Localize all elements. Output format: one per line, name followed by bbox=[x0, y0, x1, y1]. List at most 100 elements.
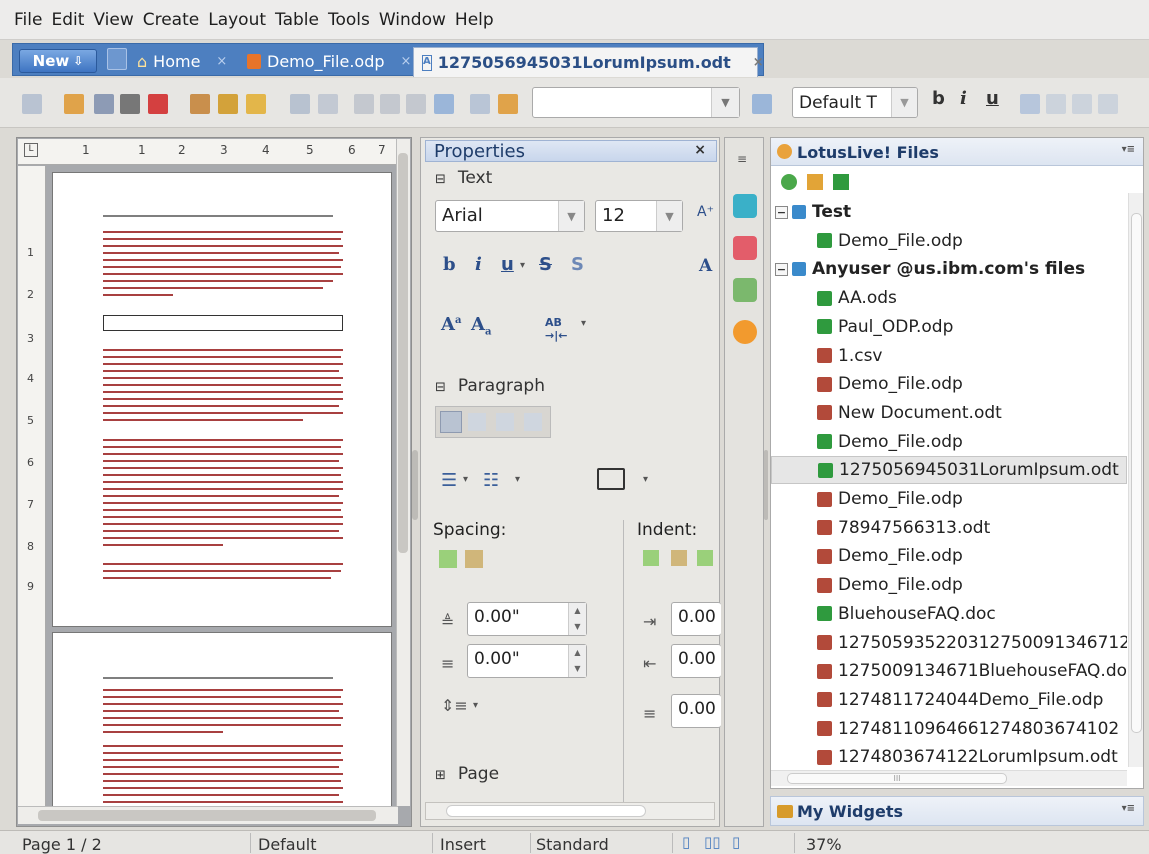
status-selection-mode[interactable]: Standard bbox=[536, 835, 609, 854]
upload-icon[interactable] bbox=[807, 174, 823, 190]
file-group[interactable]: − Anyuser @us.ibm.com's files bbox=[775, 255, 1085, 283]
document-page-2[interactable] bbox=[52, 632, 392, 812]
file-item[interactable]: Paul_ODP.odp bbox=[771, 313, 1127, 341]
styles-tab-icon[interactable] bbox=[733, 278, 757, 302]
underline-button[interactable]: u bbox=[986, 88, 999, 109]
bold-button[interactable]: b bbox=[443, 254, 456, 275]
align-left-icon[interactable] bbox=[1020, 94, 1040, 114]
close-icon[interactable]: × bbox=[753, 55, 764, 70]
tab-demo-file[interactable]: Demo_File.odp × bbox=[247, 47, 411, 75]
chevron-down-icon[interactable]: ▾ bbox=[520, 260, 525, 271]
font-color-icon[interactable]: A bbox=[699, 256, 712, 276]
justify-icon[interactable] bbox=[1098, 94, 1118, 114]
book-view-icon[interactable]: ▯ bbox=[732, 833, 740, 851]
decrease-spacing-icon[interactable] bbox=[465, 550, 483, 568]
close-icon[interactable]: × bbox=[401, 54, 412, 69]
save-icon[interactable] bbox=[94, 94, 114, 114]
chevron-down-icon[interactable]: ▾ bbox=[463, 474, 468, 485]
menu-tools[interactable]: Tools bbox=[328, 10, 370, 30]
chevron-down-icon[interactable]: ▼ bbox=[656, 201, 682, 231]
close-icon[interactable]: × bbox=[694, 142, 706, 158]
format-paint-icon[interactable] bbox=[434, 94, 454, 114]
scrollbar-thumb[interactable] bbox=[1131, 213, 1142, 733]
collapse-icon[interactable]: − bbox=[775, 262, 788, 276]
chevron-down-icon[interactable]: ▼ bbox=[891, 88, 917, 117]
menu-edit[interactable]: Edit bbox=[51, 10, 84, 30]
window-icon[interactable] bbox=[246, 94, 266, 114]
file-item[interactable]: 1.csv bbox=[771, 342, 1127, 370]
close-icon[interactable]: × bbox=[216, 54, 227, 69]
spin-buttons[interactable]: ▲ ▼ bbox=[568, 645, 586, 677]
bullets-icon[interactable]: ☰ bbox=[441, 470, 457, 491]
line-spacing-icon[interactable]: ⇕≡ bbox=[441, 696, 468, 715]
align-center-icon[interactable] bbox=[468, 413, 486, 431]
file-item[interactable]: BluehouseFAQ.doc bbox=[771, 600, 1127, 628]
file-item[interactable]: Demo_File.odp bbox=[771, 227, 1127, 255]
status-zoom[interactable]: 37% bbox=[806, 835, 842, 854]
file-group[interactable]: − Test bbox=[775, 198, 851, 226]
italic-button[interactable]: i bbox=[960, 88, 967, 109]
superscript-button[interactable]: Aa bbox=[441, 314, 461, 335]
new-document-icon[interactable] bbox=[22, 94, 42, 114]
menu-help[interactable]: Help bbox=[455, 10, 494, 30]
panel-splitter[interactable] bbox=[412, 450, 418, 520]
file-item[interactable]: Demo_File.odp bbox=[771, 542, 1127, 570]
print-icon[interactable] bbox=[120, 94, 140, 114]
file-item[interactable]: Demo_File.odp bbox=[771, 428, 1127, 456]
properties-horizontal-scrollbar[interactable] bbox=[425, 802, 715, 820]
sidebar-menu-icon[interactable]: ≡ bbox=[737, 152, 747, 166]
folder-icon[interactable] bbox=[498, 94, 518, 114]
share-icon[interactable] bbox=[833, 174, 849, 190]
chevron-down-icon[interactable]: ▾ bbox=[473, 700, 478, 711]
scrollbar-thumb[interactable]: III bbox=[787, 773, 1007, 784]
chevron-down-icon[interactable]: ▼ bbox=[711, 88, 739, 117]
file-item[interactable]: Demo_File.odp bbox=[771, 571, 1127, 599]
scrollbar-thumb[interactable] bbox=[398, 153, 408, 553]
undo-icon[interactable] bbox=[290, 94, 310, 114]
file-item[interactable]: Demo_File.odp bbox=[771, 485, 1127, 513]
properties-tab-icon[interactable] bbox=[733, 194, 757, 218]
document-page-1[interactable] bbox=[52, 172, 392, 627]
file-item[interactable]: AA.ods bbox=[771, 284, 1127, 312]
character-spacing-icon[interactable]: AB →|← bbox=[545, 316, 567, 342]
refresh-icon[interactable] bbox=[781, 174, 797, 190]
scrollbar-thumb[interactable] bbox=[38, 810, 376, 821]
file-item[interactable]: 127505935220312750091346712 bbox=[771, 629, 1127, 657]
italic-button[interactable]: i bbox=[475, 254, 482, 275]
justify-icon[interactable] bbox=[524, 413, 542, 431]
hanging-indent-icon[interactable] bbox=[697, 550, 713, 566]
tab-stop-icon[interactable]: L bbox=[24, 143, 38, 157]
font-name-combo[interactable]: ▼ bbox=[532, 87, 740, 118]
paragraph-style-combo[interactable]: Default T ▼ bbox=[792, 87, 918, 118]
subscript-button[interactable]: Aa bbox=[471, 314, 491, 338]
chevron-down-icon[interactable]: ▾ bbox=[643, 474, 648, 485]
indent-after-field[interactable]: 0.00 bbox=[671, 644, 721, 678]
align-left-icon[interactable] bbox=[440, 411, 462, 433]
spacing-above-field[interactable]: 0.00" ▲ ▼ bbox=[467, 602, 587, 636]
tab-home[interactable]: ⌂ Home × bbox=[137, 47, 227, 75]
align-right-icon[interactable] bbox=[496, 413, 514, 431]
file-item[interactable]: 78947566313.odt bbox=[771, 514, 1127, 542]
font-size-select[interactable]: 12 ▼ bbox=[595, 200, 683, 232]
strikethrough-button[interactable]: S bbox=[539, 254, 552, 275]
document-horizontal-scrollbar[interactable] bbox=[18, 806, 398, 824]
open-folder-icon[interactable] bbox=[64, 94, 84, 114]
spin-buttons[interactable]: ▲ ▼ bbox=[568, 603, 586, 635]
file-item[interactable]: 1274803674122LorumIpsum.odt bbox=[771, 743, 1127, 771]
shadow-button[interactable]: S bbox=[571, 254, 584, 275]
chevron-down-icon[interactable]: ▾ bbox=[515, 474, 520, 485]
file-item[interactable]: 12748110964661274803674102 bbox=[771, 715, 1127, 743]
page-section-header[interactable]: ⊞ Page bbox=[435, 764, 499, 784]
files-vertical-scrollbar[interactable] bbox=[1128, 193, 1143, 767]
indent-before-field[interactable]: 0.00 bbox=[671, 602, 721, 636]
chevron-down-icon[interactable]: ▾ bbox=[581, 318, 586, 329]
collapse-icon[interactable]: − bbox=[775, 205, 788, 219]
menu-window[interactable]: Window bbox=[379, 10, 446, 30]
navigator-tab-icon[interactable] bbox=[733, 320, 757, 344]
text-section-header[interactable]: ⊟ Text bbox=[435, 168, 492, 188]
clipart-tab-icon[interactable] bbox=[733, 236, 757, 260]
numbering-icon[interactable]: ☷ bbox=[483, 470, 499, 491]
spellcheck-icon[interactable] bbox=[752, 94, 772, 114]
cut-icon[interactable] bbox=[354, 94, 374, 114]
paste-icon[interactable] bbox=[406, 94, 426, 114]
